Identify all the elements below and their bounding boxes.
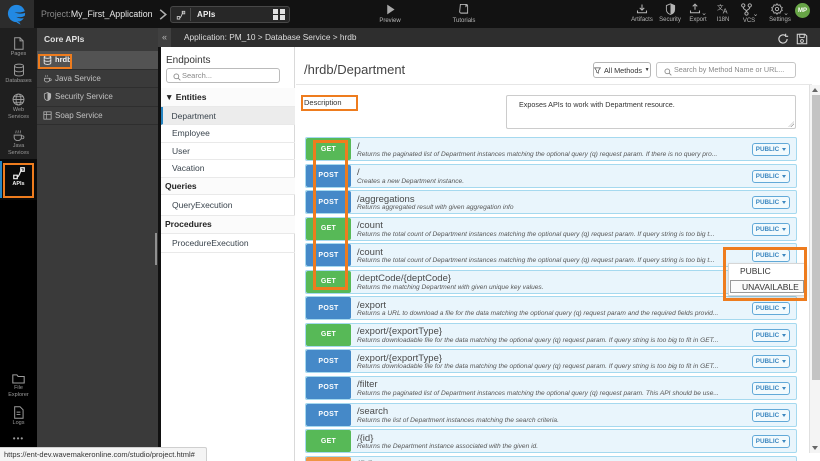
svg-text:A: A (722, 6, 727, 15)
